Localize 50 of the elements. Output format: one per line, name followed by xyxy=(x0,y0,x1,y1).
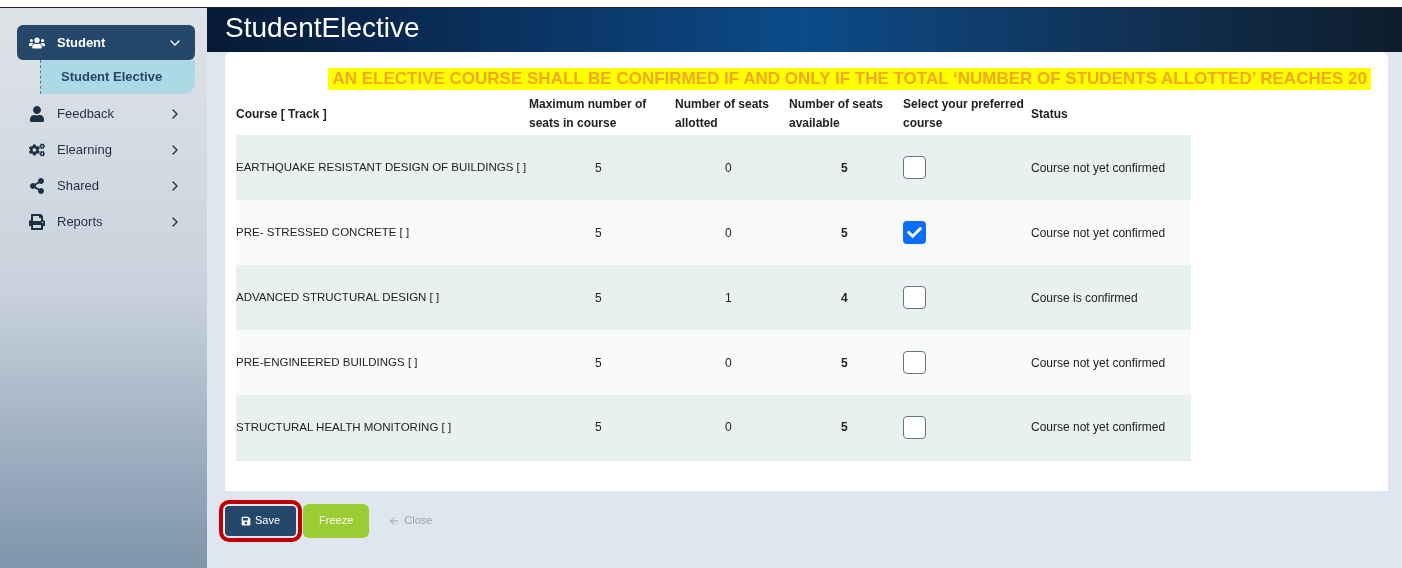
printer-icon xyxy=(29,214,45,230)
column-header: Status xyxy=(1031,93,1191,135)
table-cell: 4 xyxy=(789,265,903,330)
table-cell: PRE- STRESSED CONCRETE [ ] xyxy=(236,200,529,265)
sidebar-item[interactable]: Elearning xyxy=(17,134,195,166)
arrow-left-icon xyxy=(388,514,401,527)
table-cell: 0 xyxy=(675,330,789,395)
table-cell: Course not yet confirmed xyxy=(1031,135,1191,200)
checkbox[interactable] xyxy=(903,415,926,439)
checkbox[interactable] xyxy=(903,156,926,179)
sidebar-item[interactable]: Reports xyxy=(17,206,195,238)
table-cell: 5 xyxy=(789,330,903,395)
column-header: Course [ Track ] xyxy=(236,93,529,135)
table-cell: 5 xyxy=(529,265,675,330)
column-header: Number of seats allotted xyxy=(675,93,789,135)
table-cell: Course not yet confirmed xyxy=(1031,395,1191,460)
table-cell: 1 xyxy=(675,265,789,330)
column-header: Select your preferred course xyxy=(903,93,1031,135)
table-cell: Course not yet confirmed xyxy=(1031,330,1191,395)
check-icon xyxy=(907,225,922,240)
table-cell: PRE-ENGINEERED BUILDINGS [ ] xyxy=(236,330,529,395)
checkbox[interactable] xyxy=(903,221,926,244)
table-cell: STRUCTURAL HEALTH MONITORING [ ] xyxy=(236,395,529,460)
sidebar-item[interactable]: Feedback xyxy=(17,98,195,130)
checkbox[interactable] xyxy=(903,286,926,309)
user-icon xyxy=(29,106,45,122)
table-cell: 5 xyxy=(529,135,675,200)
table-cell: 5 xyxy=(789,395,903,460)
share-icon xyxy=(29,178,45,194)
column-header: Number of seats available xyxy=(789,93,903,135)
table-cell: Course is confirmed xyxy=(1031,265,1191,330)
column-header: Maximum number of seats in course xyxy=(529,93,675,135)
table-cell: 5 xyxy=(529,330,675,395)
table-cell: 5 xyxy=(529,200,675,265)
table-cell: 5 xyxy=(529,395,675,460)
sidebar-item[interactable]: Shared xyxy=(17,170,195,202)
sidebar-subitem[interactable]: Student Elective xyxy=(41,60,195,94)
table-cell: 5 xyxy=(789,200,903,265)
table-cell: 0 xyxy=(675,135,789,200)
page-title: StudentElective xyxy=(225,11,421,45)
gears-icon xyxy=(29,142,45,158)
table-cell: Course not yet confirmed xyxy=(1031,200,1191,265)
table-cell: ADVANCED STRUCTURAL DESIGN [ ] xyxy=(236,265,529,330)
table-cell: 0 xyxy=(675,395,789,460)
table-cell: 0 xyxy=(675,200,789,265)
table-cell: EARTHQUAKE RESISTANT DESIGN OF BUILDINGS [ ] xyxy=(236,135,529,200)
notice-banner: AN ELECTIVE COURSE SHALL BE CONFIRMED IF AND ONLY IF THE TOTAL ‘NUMBER OF STUDENTS ALLOTTED’ REACHES 20 xyxy=(328,68,1371,90)
sidebar-item[interactable]: Student xyxy=(17,25,195,60)
checkbox[interactable] xyxy=(903,351,926,374)
table-cell: 5 xyxy=(789,135,903,200)
